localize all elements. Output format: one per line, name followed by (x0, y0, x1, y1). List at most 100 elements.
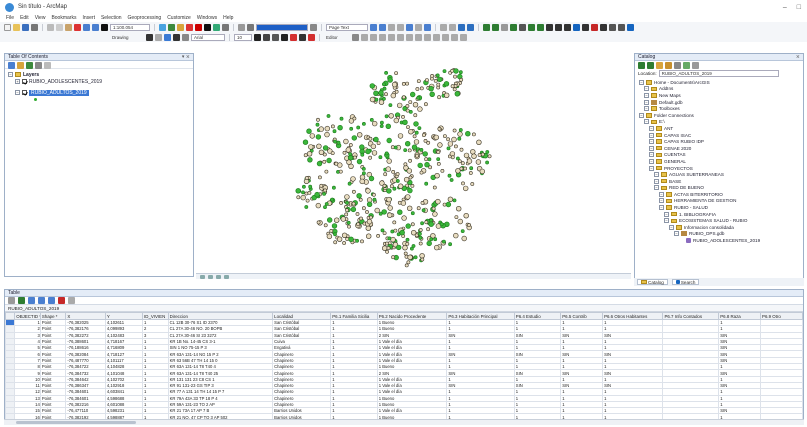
menu-selection[interactable]: Selection (101, 15, 122, 21)
adultos-point[interactable] (424, 161, 430, 168)
adultos-point[interactable] (413, 255, 418, 260)
tab-search[interactable]: Search (671, 279, 700, 285)
adolescentes-point[interactable] (410, 222, 415, 227)
adolescentes-point[interactable] (360, 239, 364, 244)
split-icon[interactable] (424, 33, 431, 41)
adolescentes-point[interactable] (309, 133, 316, 139)
adolescentes-point[interactable] (359, 178, 365, 185)
adultos-point[interactable] (465, 130, 471, 137)
adultos-point[interactable] (416, 96, 421, 100)
adolescentes-point[interactable] (356, 222, 361, 227)
adolescentes-point[interactable] (342, 241, 347, 245)
adolescentes-point[interactable] (419, 170, 424, 175)
adolescentes-point[interactable] (459, 166, 464, 171)
adolescentes-point[interactable] (393, 228, 398, 233)
collapse-icon[interactable]: − (644, 99, 649, 105)
adultos-point[interactable] (346, 220, 351, 225)
adolescentes-point[interactable] (452, 87, 457, 92)
adolescentes-point[interactable] (387, 212, 393, 218)
pause-drawing-icon[interactable] (224, 274, 229, 279)
adolescentes-point[interactable] (471, 153, 477, 159)
redo-icon[interactable] (92, 23, 99, 31)
list-by-source-icon[interactable] (17, 62, 24, 69)
time-slider-icon[interactable] (618, 23, 625, 31)
adolescentes-point[interactable] (433, 78, 438, 83)
goto-xy-icon[interactable] (627, 23, 634, 31)
adolescentes-point[interactable] (463, 213, 469, 219)
georef-icon-3[interactable] (388, 23, 395, 31)
full-extent-icon[interactable] (510, 23, 517, 31)
tab-catalog[interactable]: Catalog (637, 279, 668, 285)
adolescentes-point[interactable] (351, 201, 356, 206)
collapse-icon[interactable]: − (649, 158, 654, 164)
adultos-point[interactable] (405, 237, 410, 242)
adultos-point[interactable] (374, 97, 379, 102)
adultos-point[interactable] (368, 175, 375, 182)
adolescentes-point[interactable] (412, 101, 419, 108)
adolescentes-point[interactable] (435, 198, 441, 205)
view-icon[interactable] (683, 62, 690, 69)
adultos-point[interactable] (379, 124, 384, 129)
adolescentes-point[interactable] (383, 172, 388, 177)
column-header[interactable]: Localidad (272, 312, 332, 320)
adultos-point[interactable] (345, 200, 349, 205)
adolescentes-point[interactable] (366, 218, 373, 225)
georef-icon-6[interactable] (415, 23, 422, 31)
adolescentes-point[interactable] (365, 188, 371, 194)
adolescentes-point[interactable] (296, 195, 301, 200)
adolescentes-point[interactable] (412, 134, 417, 139)
adolescentes-point[interactable] (405, 108, 410, 113)
adolescentes-point[interactable] (433, 134, 440, 141)
adultos-point[interactable] (414, 130, 419, 135)
column-header[interactable]: P6.6 Otros Habitantes (602, 312, 664, 320)
adultos-point[interactable] (442, 69, 447, 74)
adultos-point[interactable] (347, 181, 352, 186)
marker-color-icon[interactable] (308, 33, 315, 41)
adolescentes-point[interactable] (457, 159, 462, 164)
adolescentes-point[interactable] (348, 143, 353, 147)
adolescentes-point[interactable] (456, 206, 462, 212)
adolescentes-point[interactable] (334, 161, 339, 166)
adolescentes-point[interactable] (457, 131, 463, 137)
table-options-icon[interactable] (8, 297, 15, 304)
collapse-icon[interactable]: − (649, 145, 654, 151)
adultos-point[interactable] (469, 166, 474, 171)
adolescentes-point[interactable] (343, 138, 349, 145)
adolescentes-point[interactable] (416, 206, 421, 211)
column-header[interactable]: P6.9 Otro (760, 312, 803, 320)
toc-layer-adolescentes[interactable]: + RUBIO_ADOLESCENTES_2019 (8, 78, 190, 85)
catalog-item[interactable]: − Toolboxes (637, 105, 803, 112)
back-icon[interactable] (638, 62, 645, 69)
georef-icon-2[interactable] (379, 23, 386, 31)
catalog-item[interactable]: − BASE (637, 178, 803, 185)
adolescentes-point[interactable] (347, 224, 351, 229)
adolescentes-point[interactable] (316, 117, 320, 122)
adolescentes-point[interactable] (459, 77, 464, 82)
adolescentes-point[interactable] (468, 171, 473, 175)
cut-icon[interactable] (47, 23, 54, 31)
adolescentes-point[interactable] (432, 211, 438, 217)
adultos-point[interactable] (330, 197, 335, 202)
adultos-point[interactable] (452, 198, 457, 203)
drawing-menu[interactable]: Drawing (110, 34, 144, 41)
adolescentes-point[interactable] (432, 185, 437, 190)
adultos-point[interactable] (356, 158, 363, 165)
adolescentes-point[interactable] (336, 236, 343, 242)
fixed-zoom-icon[interactable] (519, 23, 526, 31)
menu-view[interactable]: View (35, 15, 46, 21)
adultos-point[interactable] (326, 114, 331, 118)
add-data-icon[interactable] (101, 23, 108, 31)
adolescentes-point[interactable] (487, 154, 492, 159)
collapse-icon[interactable]: − (654, 185, 659, 191)
adolescentes-point[interactable] (395, 172, 400, 176)
adultos-point[interactable] (417, 162, 423, 169)
adultos-point[interactable] (387, 77, 393, 83)
catalog-item[interactable]: − E:\ (637, 119, 803, 126)
adultos-point[interactable] (379, 120, 384, 125)
scrollbar-thumb[interactable] (16, 421, 136, 424)
adolescentes-point[interactable] (451, 136, 457, 143)
adolescentes-point[interactable] (344, 194, 350, 200)
adolescentes-point[interactable] (424, 157, 429, 162)
adolescentes-point[interactable] (406, 125, 410, 130)
adolescentes-point[interactable] (376, 233, 381, 238)
